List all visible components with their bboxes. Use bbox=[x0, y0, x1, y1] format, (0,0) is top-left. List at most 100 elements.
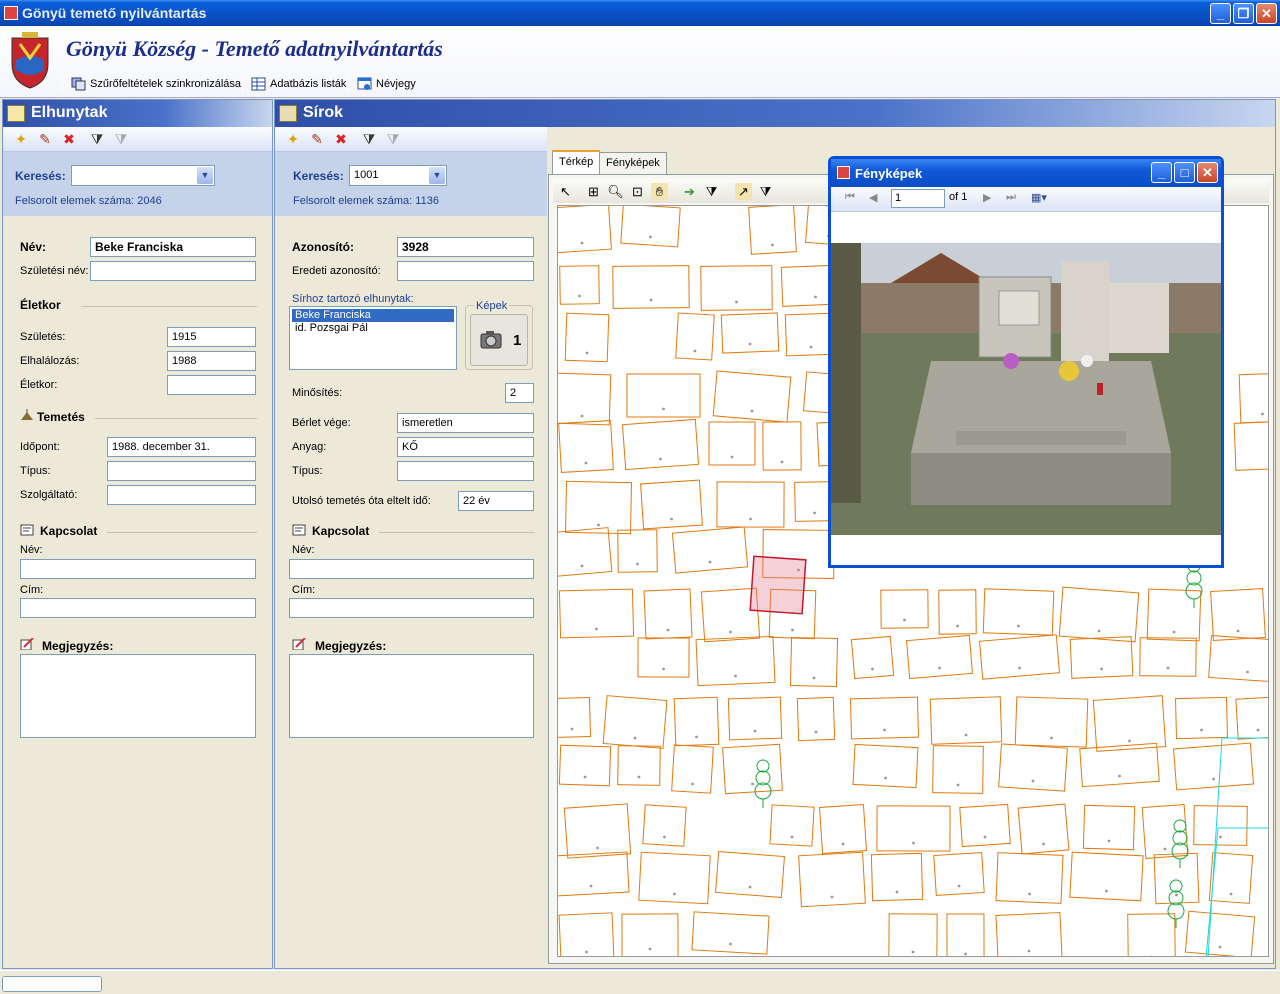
grave-plot[interactable] bbox=[1082, 804, 1136, 851]
grave-plot[interactable] bbox=[558, 527, 613, 577]
prev-page-icon[interactable]: ◀ bbox=[869, 191, 877, 204]
contact-name-field[interactable] bbox=[20, 559, 256, 579]
grave-plot[interactable] bbox=[870, 852, 924, 902]
filter-icon[interactable]: ⧩ bbox=[89, 131, 105, 147]
grave-plot[interactable] bbox=[708, 421, 756, 466]
close-button[interactable]: ✕ bbox=[1197, 162, 1218, 183]
grave-plot[interactable] bbox=[888, 913, 938, 957]
grave-plot[interactable] bbox=[691, 911, 770, 955]
grave-plot[interactable] bbox=[712, 370, 792, 423]
grave-plot[interactable] bbox=[642, 804, 687, 847]
page-number-field[interactable]: 1 bbox=[891, 189, 945, 208]
name-field[interactable]: Beke Franciska bbox=[90, 237, 256, 257]
grave-plot[interactable] bbox=[558, 912, 615, 957]
photos-window[interactable]: Fényképek _ □ ✕ ⏮ ◀ 1 of 1 ▶ ⏭ ▦▾ bbox=[828, 156, 1224, 568]
tab-photos[interactable]: Fényképek bbox=[599, 152, 667, 174]
grave-plot[interactable] bbox=[1069, 636, 1134, 679]
grave-plot[interactable] bbox=[558, 372, 612, 426]
original-id-field[interactable] bbox=[397, 261, 534, 281]
grave-type-field[interactable] bbox=[397, 461, 534, 481]
filter-icon[interactable]: ⧩ bbox=[361, 131, 377, 147]
grave-plot[interactable] bbox=[722, 743, 783, 795]
grave-plot[interactable] bbox=[720, 312, 780, 354]
grave-plot[interactable] bbox=[559, 265, 600, 305]
grave-plot[interactable] bbox=[798, 851, 866, 908]
grave-deceased-list[interactable]: Beke Franciska id. Pozsgai Pál bbox=[289, 306, 457, 370]
grave-id-field[interactable]: 3928 bbox=[397, 237, 534, 257]
maximize-button[interactable]: □ bbox=[1174, 162, 1195, 183]
database-lists-button[interactable]: Adatbázis listák bbox=[248, 72, 346, 96]
close-button[interactable]: ✕ bbox=[1256, 3, 1277, 24]
elapsed-time-field[interactable]: 22 év bbox=[458, 491, 534, 511]
delete-icon[interactable]: ✖ bbox=[333, 131, 349, 147]
grave-plot[interactable] bbox=[563, 803, 632, 859]
grave-plot[interactable] bbox=[1069, 851, 1144, 902]
grave-plot[interactable] bbox=[849, 696, 920, 740]
edit-record-icon[interactable]: ✎ bbox=[37, 131, 53, 147]
grave-plot[interactable] bbox=[715, 851, 785, 898]
grave-plot[interactable] bbox=[1139, 637, 1197, 677]
grave-plot[interactable] bbox=[558, 696, 592, 739]
zoom-window-icon[interactable]: ⊡ bbox=[629, 183, 646, 200]
grave-plot[interactable] bbox=[640, 479, 703, 530]
grave-plot[interactable] bbox=[638, 851, 711, 905]
minimize-button[interactable]: _ bbox=[1210, 3, 1231, 24]
select-filter-icon[interactable]: ⧩ bbox=[703, 183, 720, 200]
grave-plot[interactable] bbox=[621, 913, 679, 957]
grave-plot[interactable] bbox=[1058, 586, 1140, 643]
grave-plot[interactable] bbox=[558, 744, 612, 787]
provider-field[interactable] bbox=[107, 485, 256, 505]
grave-plot[interactable] bbox=[626, 373, 701, 418]
grave-plot[interactable] bbox=[558, 420, 614, 473]
selected-grave-plot[interactable] bbox=[749, 555, 807, 615]
grave-plot[interactable] bbox=[564, 312, 610, 363]
grave-plot[interactable] bbox=[675, 312, 715, 361]
edit-record-icon[interactable]: ✎ bbox=[309, 131, 325, 147]
grave-plot[interactable] bbox=[621, 418, 700, 471]
clear-filter-icon[interactable]: ⧩ bbox=[385, 131, 401, 147]
grave-plot[interactable] bbox=[852, 743, 919, 789]
grave-plot[interactable] bbox=[933, 852, 985, 896]
grave-plot[interactable] bbox=[671, 744, 714, 794]
grave-plot[interactable] bbox=[558, 851, 630, 897]
birth-year-field[interactable]: 1915 bbox=[167, 327, 256, 347]
grave-plot[interactable] bbox=[905, 634, 974, 680]
material-field[interactable]: KŐ bbox=[397, 437, 534, 457]
deceased-search-combo[interactable]: ▼ bbox=[71, 165, 215, 186]
age-field[interactable] bbox=[167, 375, 256, 395]
note-textarea[interactable] bbox=[289, 654, 534, 738]
grave-plot[interactable] bbox=[979, 634, 1060, 680]
grave-plot[interactable] bbox=[1208, 635, 1269, 683]
new-record-icon[interactable]: ✦ bbox=[285, 131, 301, 147]
grave-plot[interactable] bbox=[1017, 803, 1070, 855]
minimize-button[interactable]: _ bbox=[1151, 162, 1172, 183]
grave-plot[interactable] bbox=[946, 913, 985, 957]
grave-plot[interactable] bbox=[1175, 696, 1228, 740]
grave-plot[interactable] bbox=[695, 635, 776, 687]
grave-plot[interactable] bbox=[1014, 696, 1089, 748]
birthname-field[interactable] bbox=[90, 261, 256, 281]
contact-address-field[interactable] bbox=[289, 598, 534, 618]
contact-address-field[interactable] bbox=[20, 598, 256, 618]
grave-plot[interactable] bbox=[1238, 372, 1269, 424]
burial-time-field[interactable]: 1988. december 31. bbox=[107, 437, 256, 457]
grave-plot[interactable] bbox=[1193, 805, 1248, 846]
grave-plot[interactable] bbox=[998, 743, 1068, 792]
grave-plot[interactable] bbox=[796, 696, 836, 742]
new-record-icon[interactable]: ✦ bbox=[13, 131, 29, 147]
grave-plot[interactable] bbox=[1208, 852, 1254, 904]
grave-plot[interactable] bbox=[818, 804, 868, 854]
zoom-icon[interactable]: 🔍︎ bbox=[607, 183, 624, 200]
grave-plot[interactable] bbox=[637, 637, 690, 678]
last-page-icon[interactable]: ⏭ bbox=[1006, 191, 1016, 204]
pan-hand-icon[interactable]: ✋︎ bbox=[651, 183, 668, 200]
grave-plot[interactable] bbox=[617, 529, 658, 573]
grave-plot[interactable] bbox=[617, 745, 661, 786]
images-button[interactable]: 1 bbox=[470, 314, 528, 366]
grave-plot[interactable] bbox=[1235, 696, 1269, 740]
map-filter-icon[interactable]: ⧩ bbox=[757, 183, 774, 200]
grave-plot[interactable] bbox=[620, 206, 681, 248]
grave-plot[interactable] bbox=[880, 589, 929, 629]
grave-plot[interactable] bbox=[769, 804, 815, 847]
rating-field[interactable]: 2 bbox=[505, 383, 534, 403]
